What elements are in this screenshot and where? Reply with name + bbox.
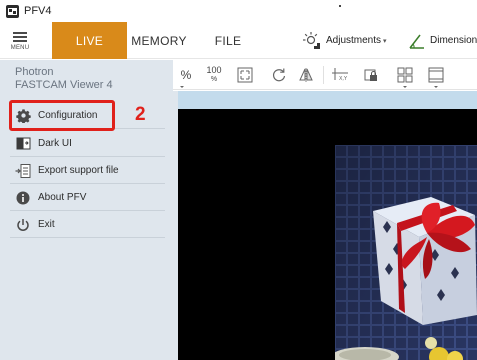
- export-file-icon: [15, 163, 31, 179]
- sidebar-item-exit[interactable]: Exit: [10, 212, 165, 238]
- menu-button[interactable]: MENU: [0, 22, 40, 59]
- viewer-left-edge: [173, 91, 178, 360]
- flip-icon: [299, 68, 313, 82]
- sidebar-menu: Photron FASTCAM Viewer 4 Configuration D…: [0, 60, 173, 360]
- zoom-100-button[interactable]: 100 %: [203, 63, 225, 87]
- ribbon: MENU LIVE MEMORY FILE Adjustments ▾ Dime…: [0, 22, 477, 59]
- menu-label: MENU: [10, 45, 30, 51]
- adjustments-label: Adjustments: [326, 35, 382, 46]
- chevron-down-icon: ▾: [383, 37, 387, 45]
- power-icon: [15, 217, 31, 233]
- sidebar-item-export-support-file[interactable]: Export support file: [10, 158, 165, 184]
- window-title: PFV4: [24, 5, 52, 17]
- rotate-icon: [272, 68, 286, 82]
- viewer-toolbar: % 100 % X,Y: [173, 60, 477, 90]
- sidebar-item-about-pfv[interactable]: About PFV: [10, 185, 165, 211]
- sidebar-item-label: Dark UI: [38, 138, 72, 149]
- lock-icon: [364, 69, 377, 81]
- info-icon: [15, 190, 31, 206]
- xy-axis-icon: X,Y: [332, 68, 348, 82]
- sidebar-item-label: About PFV: [38, 192, 87, 203]
- svg-text:X,Y: X,Y: [339, 76, 348, 82]
- layout-grid-button[interactable]: [394, 63, 416, 88]
- adjustments-button[interactable]: Adjustments ▾: [302, 22, 387, 59]
- dimension-button[interactable]: Dimension: [408, 22, 477, 59]
- dimension-label: Dimension: [430, 35, 477, 46]
- zoom-percent-button[interactable]: %: [177, 63, 195, 88]
- step-number-label: 2: [135, 104, 146, 125]
- rotate-button[interactable]: [268, 63, 290, 87]
- brand-line-1: Photron: [15, 66, 54, 78]
- sidebar-item-label: Export support file: [38, 165, 119, 176]
- app-icon: [6, 4, 19, 18]
- caret-down-icon: [403, 86, 407, 88]
- viewer-header-strip: [173, 91, 477, 109]
- zoom-percent-label: %: [180, 68, 192, 82]
- fit-window-icon: [237, 67, 253, 83]
- brand-line-2: FASTCAM Viewer 4: [15, 79, 113, 91]
- xy-position-button[interactable]: X,Y: [329, 63, 351, 87]
- title-bar: PFV4: [0, 0, 477, 22]
- lock-button[interactable]: [360, 63, 382, 87]
- window-layout-button[interactable]: [425, 63, 447, 88]
- flip-button[interactable]: [295, 63, 317, 87]
- title-dot: [339, 5, 341, 7]
- tab-file[interactable]: FILE: [210, 22, 246, 59]
- hamburger-icon: [13, 30, 27, 44]
- toolbar-separator: [323, 66, 324, 84]
- window-layout-icon: [428, 67, 444, 83]
- caret-down-icon: [180, 86, 184, 88]
- sidebar-item-label: Exit: [38, 219, 55, 230]
- brand-name: Photron FASTCAM Viewer 4: [15, 66, 113, 92]
- tab-memory[interactable]: MEMORY: [128, 22, 190, 59]
- dimension-icon: [409, 34, 424, 49]
- camera-viewer[interactable]: [173, 109, 477, 360]
- grid-layout-icon: [397, 67, 413, 83]
- camera-live-image: [335, 145, 477, 360]
- highlight-box: [9, 100, 115, 131]
- dark-ui-icon: [15, 136, 31, 152]
- fit-to-window-button[interactable]: [234, 63, 256, 87]
- adjustments-icon: [303, 31, 320, 49]
- sidebar-item-dark-ui[interactable]: Dark UI: [10, 131, 165, 157]
- tab-live[interactable]: LIVE: [52, 22, 127, 59]
- zoom-100-number: 100: [206, 65, 222, 75]
- caret-down-icon: [434, 86, 438, 88]
- zoom-100-percent: %: [210, 76, 218, 83]
